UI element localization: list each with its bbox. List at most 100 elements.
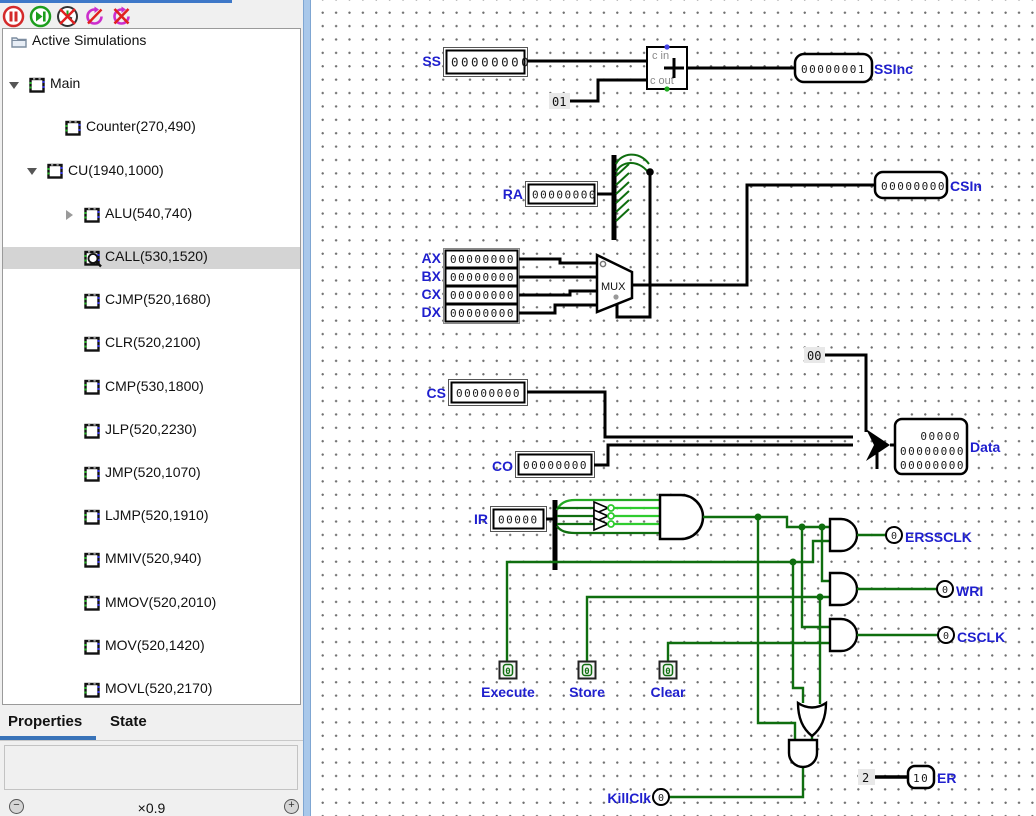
- refresh-cancel-icon[interactable]: [83, 5, 106, 28]
- circuit-chip-icon: [84, 336, 100, 352]
- tree-item-label: JMP(520,1070): [105, 463, 201, 480]
- tab-properties[interactable]: Properties: [8, 713, 82, 730]
- ss-register[interactable]: 00000000: [443, 47, 532, 77]
- inverters: [593, 500, 660, 532]
- circuit-chip-icon: [29, 77, 45, 93]
- ir-register[interactable]: 00000: [490, 506, 547, 532]
- ra-register[interactable]: 00000000: [525, 181, 598, 207]
- svg-text:0: 0: [584, 667, 589, 677]
- adder-cout-label: c out: [650, 75, 674, 87]
- ax-value: 00000000: [450, 253, 515, 266]
- csclk-and-gate[interactable]: [828, 617, 859, 653]
- pause-icon[interactable]: [2, 5, 25, 28]
- mux-select-pin: [613, 294, 619, 300]
- tree-row-mmov[interactable]: MMOV(520,2010): [3, 593, 300, 615]
- tree-expand-arrow[interactable]: [66, 209, 73, 220]
- tree-item-label: CJMP(520,1680): [105, 291, 211, 308]
- adder[interactable]: c in c out: [646, 44, 688, 92]
- tree-row-movl[interactable]: MOVL(520,2170): [3, 679, 300, 701]
- er-output[interactable]: 10: [906, 764, 936, 790]
- tree-item-label: LJMP(520,1910): [105, 507, 209, 524]
- run-step-icon[interactable]: [29, 5, 52, 28]
- clear-label: Clear: [650, 684, 686, 700]
- wire: [594, 443, 853, 467]
- clear-button[interactable]: 0: [658, 660, 678, 680]
- killclk-output[interactable]: 0: [652, 788, 670, 806]
- sidebar-canvas-divider[interactable]: [303, 0, 311, 816]
- not-bubble-icon: [607, 512, 615, 520]
- tree-row-jlp[interactable]: JLP(520,2230): [3, 420, 300, 442]
- mux-label: MUX: [601, 281, 626, 293]
- er-label: ER: [937, 770, 956, 786]
- tree-item-label: MMOV(520,2010): [105, 593, 217, 610]
- active-simulations-tree: Active Simulations Main Counter(270,490)…: [2, 28, 301, 705]
- ir-label: IR: [474, 511, 488, 527]
- tree-row-main[interactable]: Main: [3, 74, 300, 96]
- wire: [825, 353, 868, 432]
- tree-item-label: JLP(520,2230): [105, 420, 197, 437]
- tree-item-label: MMIV(520,940): [105, 550, 202, 567]
- tree-row-cmp[interactable]: CMP(530,1800): [3, 377, 300, 399]
- bus-merger: [866, 429, 895, 469]
- wri-output[interactable]: 0: [936, 580, 954, 598]
- co-register[interactable]: 00000000: [515, 451, 595, 478]
- cx-label: CX: [422, 286, 442, 302]
- csclk-output[interactable]: 0: [937, 626, 955, 644]
- ssinc-output[interactable]: 00000001: [793, 52, 874, 84]
- wire-mux-to-csin: [632, 183, 875, 287]
- killclk-and-gate[interactable]: [787, 738, 819, 769]
- tree-row-cu[interactable]: CU(1940,1000): [3, 161, 300, 183]
- refresh-cancel-alt-icon[interactable]: [110, 5, 133, 28]
- tree-row-mmiv[interactable]: MMIV(520,940): [3, 549, 300, 571]
- cs-label: CS: [427, 385, 446, 401]
- execute-button[interactable]: 0: [498, 660, 518, 680]
- ra-label: RA: [503, 186, 523, 202]
- ersscclk-output[interactable]: 0: [885, 526, 903, 544]
- svg-text:0: 0: [891, 531, 897, 542]
- tree-row-mov[interactable]: MOV(520,1420): [3, 636, 300, 658]
- circuit-chip-icon: [84, 509, 100, 525]
- tree-row-call[interactable]: CALL(530,1520): [3, 246, 300, 269]
- active-tab-underline: [0, 736, 96, 740]
- gp-register-bank[interactable]: 00000000 00000000 00000000 00000000: [443, 248, 520, 324]
- svg-text:00: 00: [807, 349, 821, 363]
- tree-row-ljmp[interactable]: LJMP(520,1910): [3, 506, 300, 528]
- ir-decode-and-gate[interactable]: [658, 493, 705, 541]
- wri-and-gate[interactable]: [828, 571, 859, 607]
- dx-value: 00000000: [450, 307, 515, 320]
- or-gate[interactable]: [796, 700, 828, 738]
- wri-label: WRI: [956, 583, 983, 599]
- circuit-canvas[interactable]: SS 00000000 c in c out 01 00000001 SSInc…: [311, 0, 1036, 816]
- tree-expand-arrow[interactable]: [9, 81, 19, 89]
- tree-row-cjmp[interactable]: CJMP(520,1680): [3, 290, 300, 312]
- constant-01[interactable]: 01: [549, 93, 570, 109]
- svg-text:0: 0: [943, 631, 949, 642]
- dx-label: DX: [422, 304, 442, 320]
- tree-row-clr[interactable]: CLR(520,2100): [3, 333, 300, 355]
- circuit-chip-icon: [84, 423, 100, 439]
- bx-value: 00000000: [450, 271, 515, 284]
- tree-item-label: CMP(530,1800): [105, 377, 204, 394]
- tree-item-label: CLR(520,2100): [105, 334, 201, 351]
- tab-state[interactable]: State: [110, 713, 147, 730]
- sidebar: Active Simulations Main Counter(270,490)…: [0, 0, 303, 816]
- tree-item-label: Main: [50, 75, 81, 92]
- tree-row-alu[interactable]: ALU(540,740): [3, 204, 300, 226]
- cs-register[interactable]: 00000000: [448, 379, 528, 406]
- tree-row-counter[interactable]: Counter(270,490): [3, 117, 300, 139]
- zoom-in-button[interactable]: +: [284, 799, 299, 814]
- data-output[interactable]: 00000 00000000 00000000: [893, 417, 969, 476]
- ax-label: AX: [422, 250, 442, 266]
- not-bubble-icon: [607, 504, 615, 512]
- tree-row-jmp[interactable]: JMP(520,1070): [3, 463, 300, 485]
- constant-2[interactable]: 2: [858, 769, 875, 785]
- store-button[interactable]: 0: [577, 660, 597, 680]
- tree-row-active-simulations[interactable]: Active Simulations: [3, 31, 300, 53]
- mux[interactable]: MUX: [595, 253, 634, 314]
- constant-00[interactable]: 00: [804, 347, 825, 363]
- csin-output[interactable]: 00000000: [873, 170, 949, 200]
- ersscclk-and-gate[interactable]: [828, 517, 859, 553]
- tree-expand-arrow[interactable]: [27, 168, 37, 176]
- circuit-chip-icon: [65, 120, 81, 136]
- clock-stop-icon[interactable]: [56, 5, 79, 28]
